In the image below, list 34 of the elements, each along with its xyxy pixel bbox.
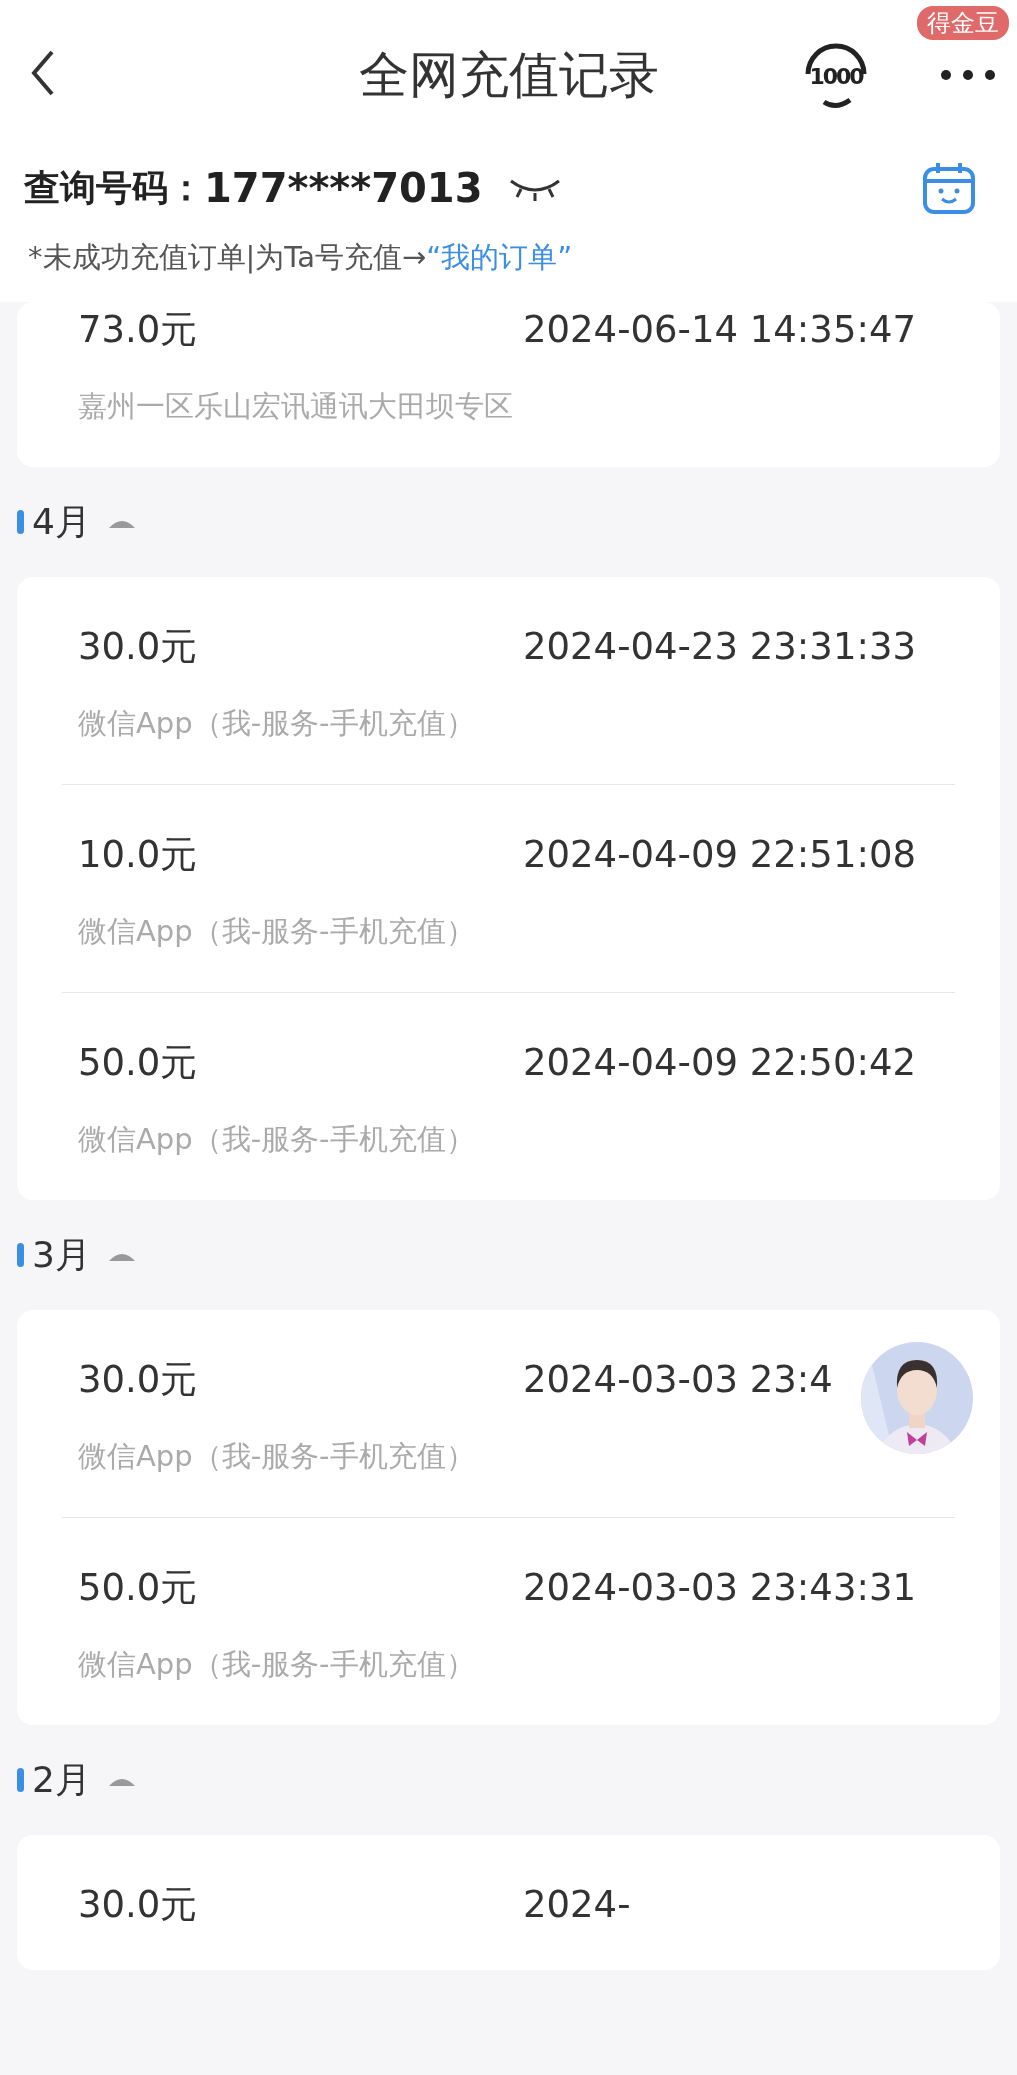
time-text: 2024-04-09 22:51:08 [523,831,916,878]
phone-number: 177****7013 [204,164,483,213]
time-text: 2024-04-09 22:50:42 [523,1039,916,1086]
time-text: 2024-03-03 23:43:31 [523,1564,916,1611]
amount-text: 50.0元 [78,1039,198,1086]
month-marker [17,509,24,534]
hotline-button[interactable]: 1000 [800,40,872,112]
month-label: 2月 [32,1757,91,1802]
query-label: 查询号码： [24,166,204,210]
time-text: 2024-03-03 23:4 [523,1356,833,1403]
source-text: 微信App（我-服务-手机充值） [78,705,476,742]
month-label: 3月 [32,1232,91,1277]
page-title: 全网充值记录 [358,44,659,106]
notice-text: *未成功充值订单|为Ta号充值→“我的订单” [27,239,574,276]
source-text: 微信App（我-服务-手机充值） [78,1438,476,1475]
amount-text: 10.0元 [78,831,198,878]
time-text: 2024- [523,1881,631,1928]
calendar-icon[interactable] [921,160,977,216]
amount-text: 30.0元 [78,1881,198,1928]
source-text: 嘉州一区乐山宏讯通讯大田坝专区 [78,388,514,425]
month-marker [17,1242,24,1267]
amount-text: 30.0元 [78,1356,198,1403]
source-text: 微信App（我-服务-手机充值） [78,913,476,950]
my-orders-link[interactable]: “我的订单” [426,240,573,274]
time-text: 2024-04-23 23:31:33 [523,623,916,670]
amount-text: 73.0元 [78,306,198,353]
time-text: 2024-06-14 14:35:47 [523,306,916,353]
amount-text: 50.0元 [78,1564,198,1611]
amount-text: 30.0元 [78,623,198,670]
source-text: 微信App（我-服务-手机充值） [78,1646,476,1683]
month-marker [17,1767,24,1792]
month-label: 4月 [32,499,91,544]
source-text: 微信App（我-服务-手机充值） [78,1121,476,1158]
reward-badge[interactable]: 得金豆 [917,6,1009,40]
